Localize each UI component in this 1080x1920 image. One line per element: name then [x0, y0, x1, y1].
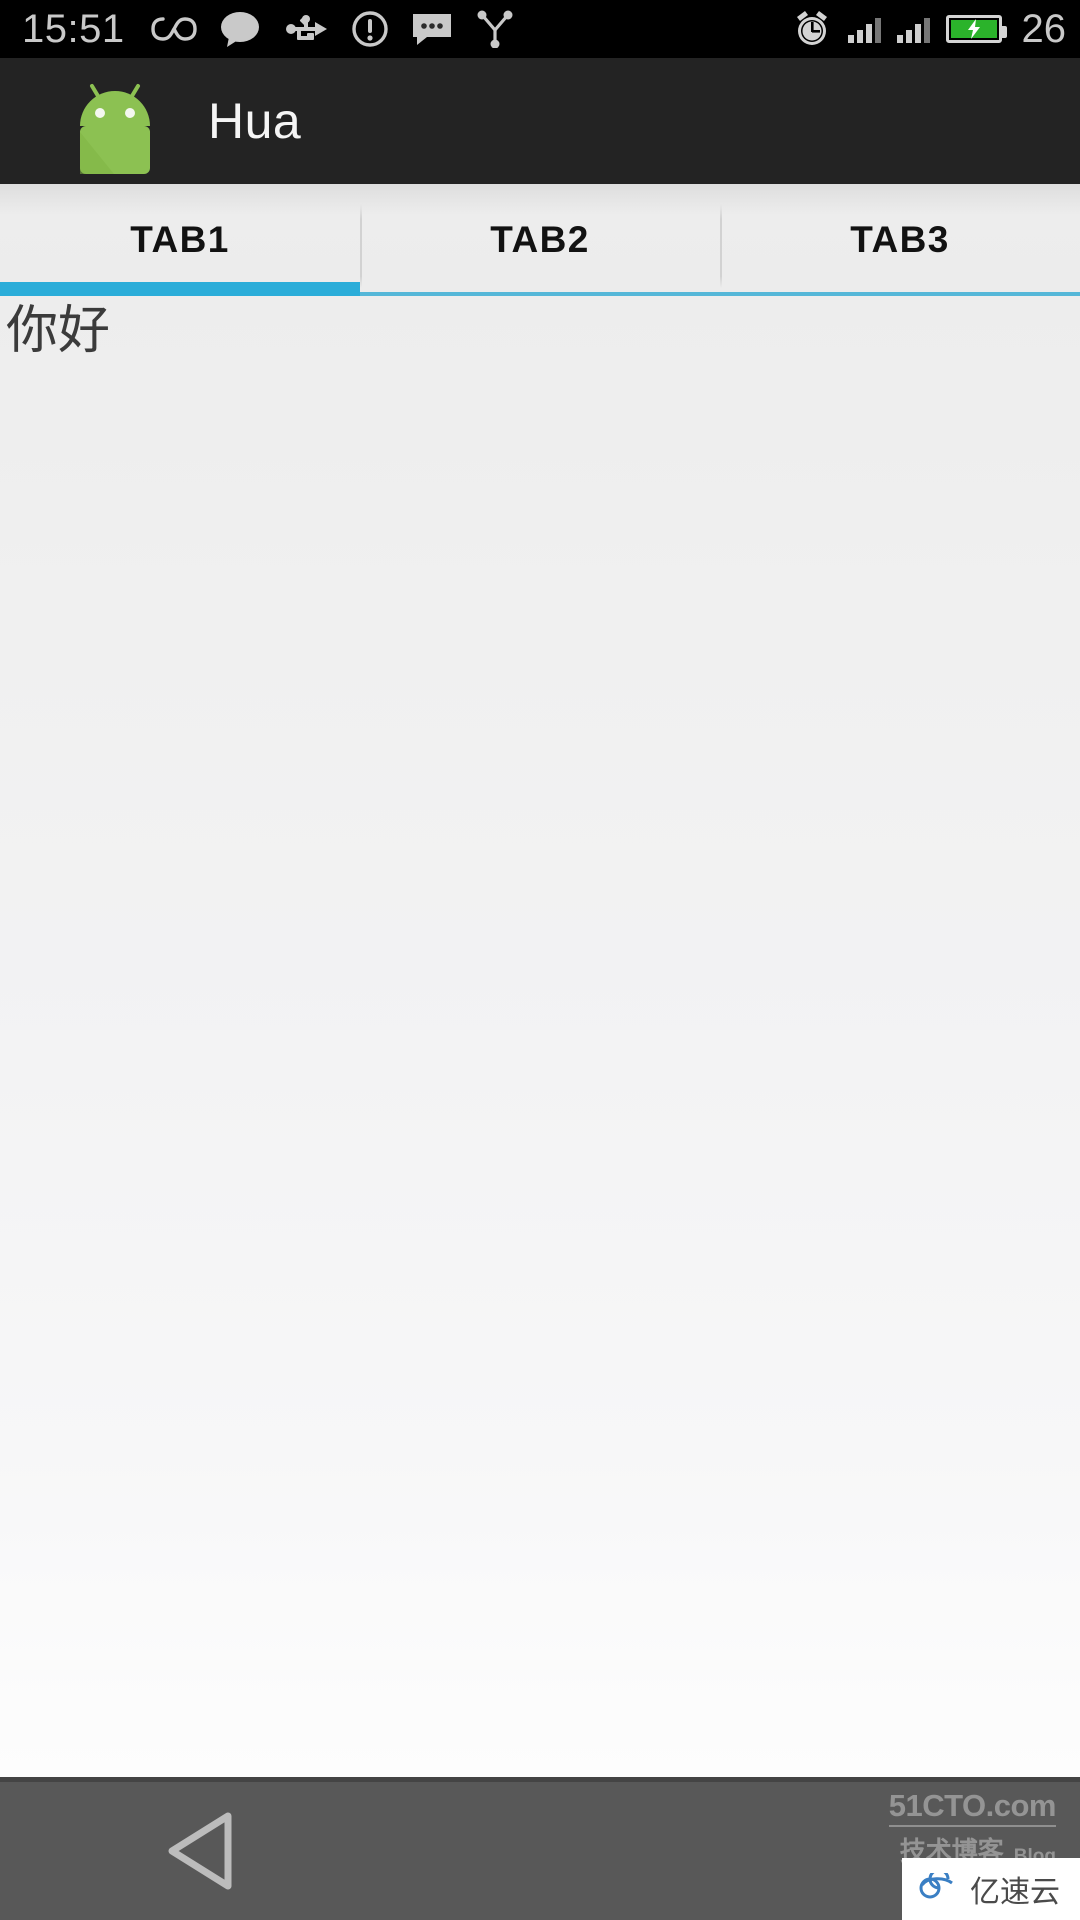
signal-bars-sim1-icon: [847, 15, 881, 43]
status-bar: 15:51 26: [0, 0, 1080, 58]
content-text: 你好: [6, 301, 111, 361]
infinity-icon: [150, 14, 197, 44]
alarm-clock-icon: [792, 9, 832, 49]
warning-circle-icon: [351, 10, 389, 48]
usb-icon: [283, 11, 329, 47]
share-network-icon: [475, 10, 515, 48]
tab-content-panel: 你好: [0, 296, 1080, 1777]
tab-tab2-label: TAB2: [490, 219, 590, 260]
status-bar-notification-icons: [150, 10, 515, 48]
android-robot-icon: [74, 80, 156, 174]
tab-tab1-label: TAB1: [130, 219, 230, 260]
tab-tab3[interactable]: TAB3: [720, 184, 1080, 296]
tab-tab3-label: TAB3: [850, 219, 950, 260]
tab-tab1[interactable]: TAB1: [0, 184, 360, 296]
system-navigation-bar: [0, 1777, 1080, 1920]
tab-tab2[interactable]: TAB2: [360, 184, 720, 296]
app-bar: Hua: [0, 58, 1080, 184]
signal-bars-sim2-icon: [896, 15, 930, 43]
status-clock: 15:51: [22, 7, 125, 51]
phone-screen: 15:51 26 Hua TAB1 TAB2 TAB3 你好 51CTO.com…: [0, 0, 1080, 1920]
app-title: Hua: [208, 93, 302, 149]
back-triangle-icon[interactable]: [162, 1810, 238, 1892]
sms-message-icon: [411, 11, 453, 47]
battery-charging-icon: [945, 15, 1007, 43]
tab-indicator-active: [0, 282, 360, 296]
speech-bubble-icon: [219, 10, 261, 48]
tab-bar: TAB1 TAB2 TAB3: [0, 184, 1080, 296]
status-bar-system-icons: 26: [792, 7, 1067, 51]
battery-percentage: 26: [1021, 7, 1067, 51]
